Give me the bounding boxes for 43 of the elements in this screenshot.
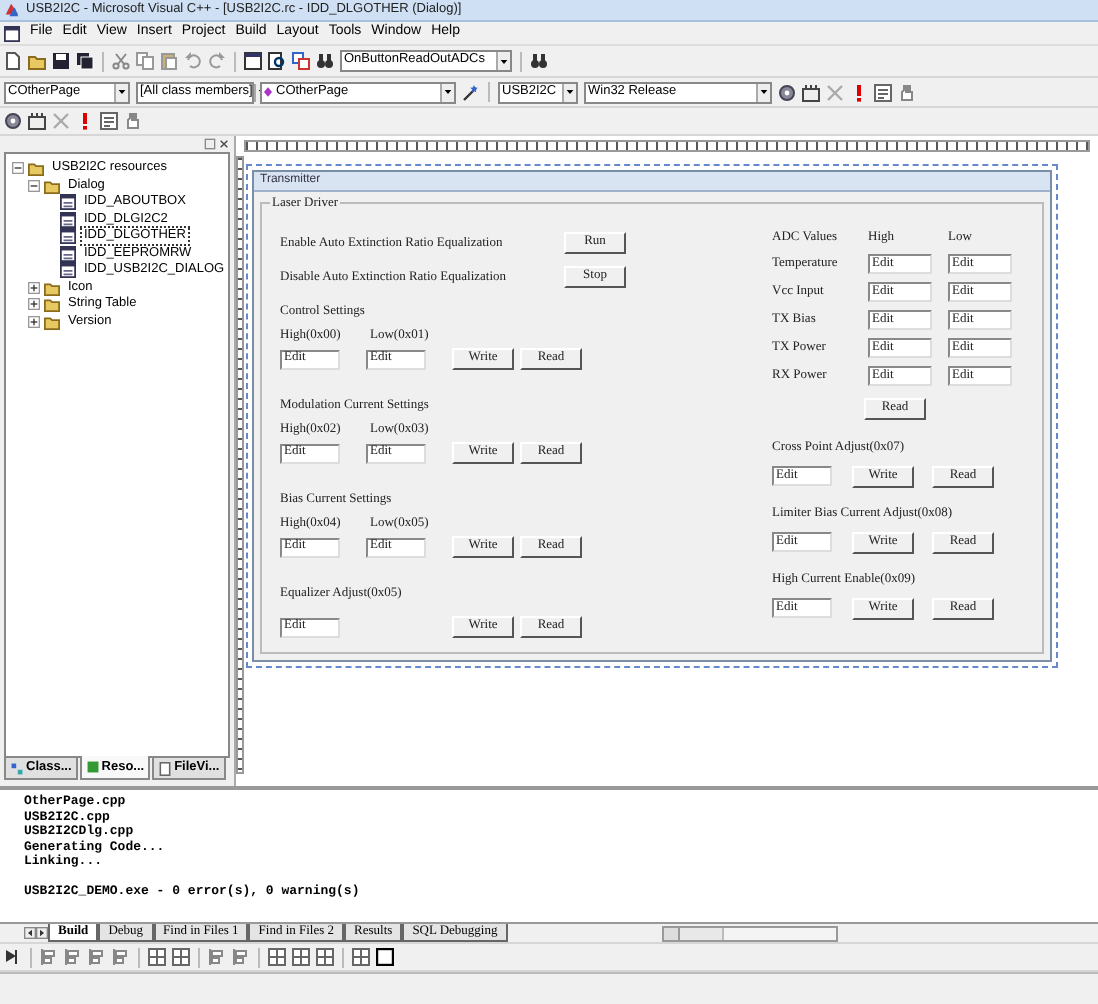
collapse-icon[interactable] <box>28 179 40 192</box>
expand-icon[interactable] <box>28 315 40 328</box>
document-menu-icon[interactable] <box>4 25 20 41</box>
file-view-icon <box>158 761 173 775</box>
dropdown-arrow-icon <box>498 55 510 67</box>
resource-view-icon <box>85 760 100 774</box>
test-dialog-icon[interactable] <box>4 948 22 966</box>
new-file-icon[interactable] <box>4 52 22 70</box>
save-all-icon[interactable] <box>76 52 94 70</box>
build-icon[interactable] <box>802 83 820 101</box>
app-icon <box>4 2 20 18</box>
scroll-right-icon[interactable] <box>36 926 48 940</box>
cut-icon[interactable] <box>112 52 130 70</box>
wizard-action-icon[interactable] <box>462 83 480 101</box>
expand-icon[interactable] <box>28 281 40 294</box>
dropdown-arrow-icon <box>758 86 770 98</box>
windows-list-icon[interactable] <box>292 52 310 70</box>
class-view-icon <box>10 761 24 775</box>
paste-icon[interactable] <box>160 52 178 70</box>
collapse-icon[interactable] <box>12 162 24 175</box>
breakpoint-icon[interactable] <box>874 83 892 101</box>
align-left-icon[interactable] <box>40 948 58 966</box>
workspace-window-icon[interactable] <box>244 52 262 70</box>
toggle-grid-icon[interactable] <box>352 948 370 966</box>
binoculars-icon[interactable] <box>530 52 548 70</box>
open-folder-icon[interactable] <box>28 52 46 70</box>
dropdown-arrow-icon <box>564 86 576 98</box>
compile-icon[interactable] <box>4 112 22 130</box>
member-icon <box>262 86 274 98</box>
pane-close-icon[interactable] <box>218 138 230 150</box>
compile-icon[interactable] <box>778 83 796 101</box>
find-in-files-icon[interactable] <box>316 52 334 70</box>
horizontal-scrollbar[interactable] <box>662 925 838 941</box>
breakpoint-icon[interactable] <box>100 112 118 130</box>
copy-icon[interactable] <box>136 52 154 70</box>
save-icon[interactable] <box>52 52 70 70</box>
output-window-icon[interactable] <box>268 52 286 70</box>
expand-icon[interactable] <box>28 298 40 311</box>
scroll-left-icon[interactable] <box>24 926 36 940</box>
dropdown-arrow-icon <box>442 86 454 98</box>
dropdown-arrow-icon <box>116 86 128 98</box>
toggle-guides-icon[interactable] <box>376 948 394 966</box>
build-icon[interactable] <box>28 112 46 130</box>
